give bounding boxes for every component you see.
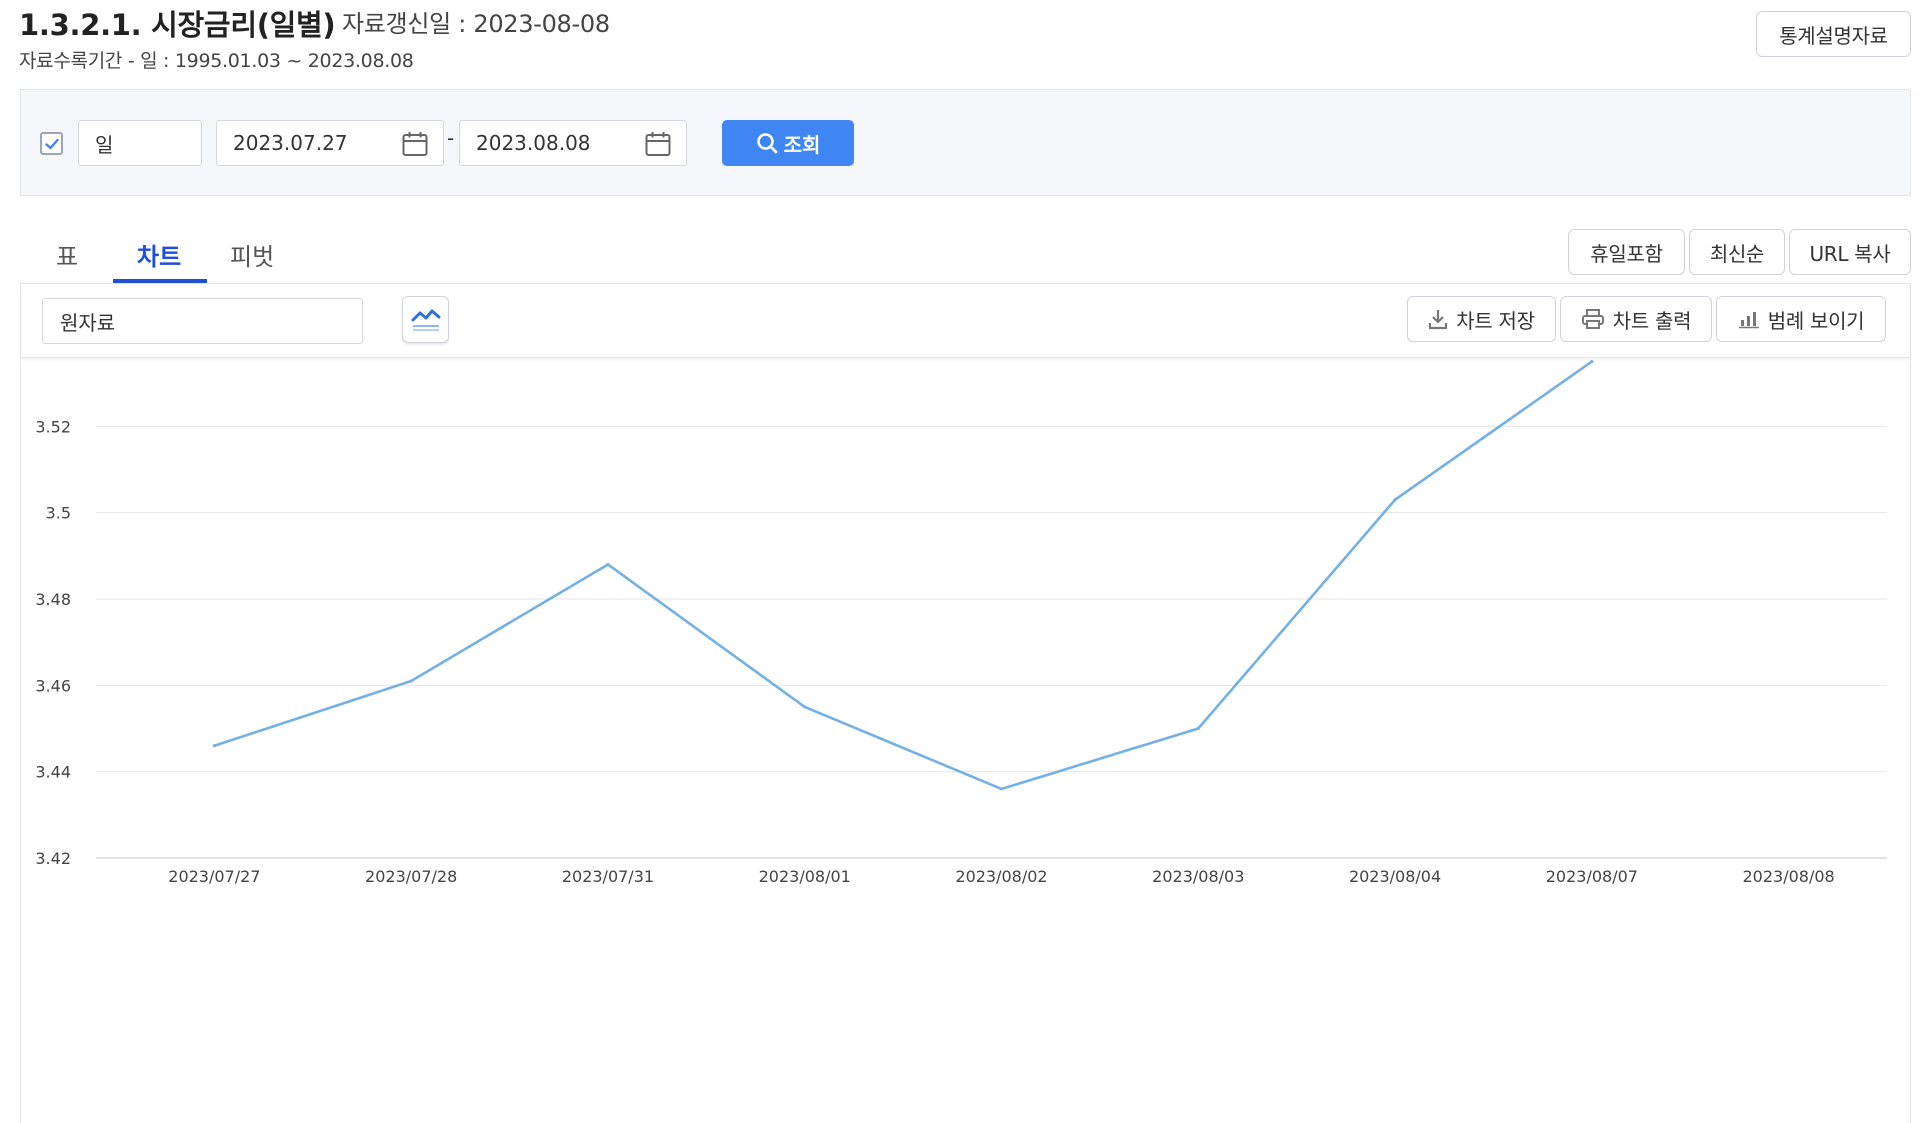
chart-toolbar: 원자료 차트 저장 차트 출력 범례 보이기 [21, 284, 1910, 358]
data-point [606, 562, 610, 567]
y-tick-label: 3.42 [35, 849, 71, 868]
x-tick-label: 2023/07/31 [562, 867, 654, 886]
legend-icon [1738, 312, 1759, 329]
calendar-icon[interactable] [644, 130, 672, 158]
y-tick-label: 3.5 [46, 504, 71, 523]
data-point [409, 679, 413, 683]
end-date-field[interactable]: 2023.08.08 [459, 120, 687, 166]
search-icon [756, 133, 777, 154]
y-tick-label: 3.48 [35, 590, 71, 609]
y-tick-label: 3.46 [35, 676, 71, 695]
frequency-select[interactable]: 일 [78, 120, 202, 166]
line-chart-icon [411, 309, 440, 331]
y-tick-label: 3.44 [35, 763, 71, 782]
chart-type-button[interactable] [402, 296, 449, 343]
download-icon [1429, 310, 1448, 330]
statistics-description-button[interactable]: 통계설명자료 [1756, 11, 1911, 57]
data-point [1393, 498, 1397, 502]
x-tick-label: 2023/08/01 [759, 867, 851, 886]
data-source-value: 원자료 [60, 310, 116, 335]
sort-latest-button[interactable]: 최신순 [1689, 229, 1785, 275]
series-line [213, 360, 1593, 791]
data-point [212, 744, 216, 748]
data-period: 자료수록기간 - 일 : 1995.01.03 ~ 2023.08.08 [19, 50, 414, 72]
save-chart-label: 차트 저장 [1456, 308, 1535, 333]
print-chart-button[interactable]: 차트 출력 [1560, 296, 1712, 342]
x-tick-label: 2023/08/07 [1546, 867, 1638, 886]
line-chart: 연%3.423.443.463.483.53.523.542023/07/272… [35, 307, 1887, 886]
include-holidays-button[interactable]: 휴일포함 [1568, 229, 1685, 275]
y-tick-label: 3.52 [35, 417, 71, 436]
search-filter-bar: 일 2023.07.27 - 2023.08.08 조회 [20, 89, 1911, 196]
show-legend-button[interactable]: 범례 보이기 [1716, 296, 1886, 342]
data-point [803, 705, 807, 709]
tab-pivot[interactable]: 피벗 [230, 237, 274, 272]
x-tick-label: 2023/08/08 [1743, 867, 1835, 886]
x-tick-label: 2023/07/27 [168, 867, 260, 886]
start-date-value: 2023.07.27 [233, 131, 348, 155]
save-chart-button[interactable]: 차트 저장 [1407, 296, 1556, 342]
x-tick-label: 2023/08/03 [1152, 867, 1244, 886]
checkmark-icon [44, 138, 59, 149]
data-point [999, 787, 1004, 791]
calendar-icon[interactable] [401, 130, 429, 158]
show-legend-label: 범례 보이기 [1767, 308, 1865, 333]
x-tick-label: 2023/08/04 [1349, 867, 1441, 886]
tab-chart[interactable]: 차트 [137, 237, 181, 272]
search-button[interactable]: 조회 [722, 120, 854, 166]
copy-url-button[interactable]: URL 복사 [1789, 229, 1911, 275]
print-chart-label: 차트 출력 [1612, 308, 1692, 333]
data-source-select[interactable]: 원자료 [42, 298, 363, 344]
tab-table[interactable]: 표 [56, 237, 78, 272]
start-date-field[interactable]: 2023.07.27 [216, 120, 444, 166]
printer-icon [1581, 309, 1604, 329]
data-point [1590, 359, 1594, 364]
frequency-checkbox[interactable] [40, 132, 63, 155]
chart-panel: 연%3.423.443.463.483.53.523.542023/07/272… [20, 283, 1911, 1123]
date-range-separator: - [447, 126, 455, 150]
data-point [1196, 726, 1200, 731]
page-title: 1.3.2.1. 시장금리(일별) [19, 8, 336, 42]
search-button-label: 조회 [783, 132, 821, 157]
frequency-value: 일 [95, 132, 114, 157]
end-date-value: 2023.08.08 [476, 131, 591, 155]
x-tick-label: 2023/08/02 [955, 867, 1047, 886]
x-tick-label: 2023/07/28 [365, 867, 457, 886]
update-date: 자료갱신일 : 2023-08-08 [342, 10, 610, 38]
